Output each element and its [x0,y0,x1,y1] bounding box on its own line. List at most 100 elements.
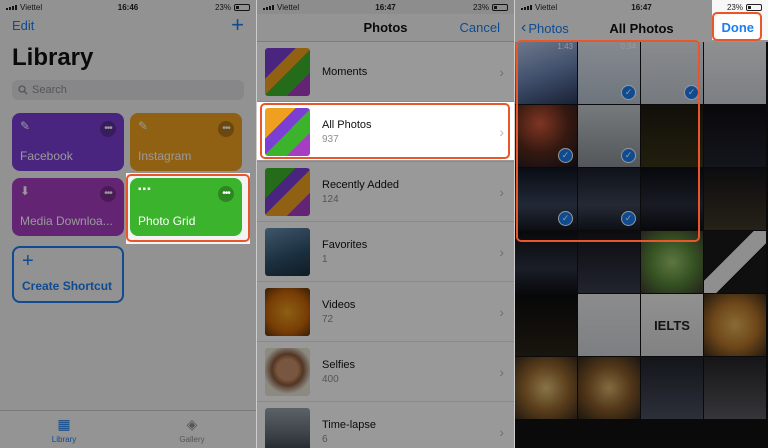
page-title: All Photos [609,20,674,36]
tab-bar: ▦ Library ◈ Gallery [0,410,256,448]
photo-cell[interactable]: ✓ [578,105,640,167]
photo-cell[interactable] [641,168,703,230]
cancel-button[interactable]: Cancel [460,20,500,35]
chevron-right-icon: › [499,423,504,440]
signal-icon [6,4,17,10]
photo-cell[interactable] [578,294,640,356]
photo-cell[interactable] [578,357,640,419]
clock: 16:46 [117,2,139,12]
create-shortcut-button[interactable]: + Create Shortcut [12,246,124,303]
all-photos-screen: Viettel 16:47 23% ‹ Photos All Photos Don… [514,0,768,448]
album-moments[interactable]: Moments › [257,42,514,102]
photo-cell[interactable] [704,168,766,230]
checkmark-icon: ✓ [684,85,699,100]
plus-icon: + [22,250,34,272]
chevron-right-icon: › [499,123,504,140]
photo-cell[interactable] [704,357,766,419]
battery-icon [234,3,250,11]
photo-cell[interactable] [515,357,577,419]
back-button[interactable]: ‹ Photos [521,19,569,37]
photo-caption: IELTS [654,317,690,333]
chevron-left-icon: ‹ [521,19,527,36]
album-time-lapse[interactable]: Time-lapse 6 › [257,402,514,448]
photo-cell[interactable] [515,294,577,356]
shortcut-media-downloader[interactable]: ⬇ ••• Media Downloa... [12,178,124,236]
photo-cell[interactable] [578,231,640,293]
signal-icon [263,4,274,10]
shortcut-label: Instagram [138,149,192,163]
signal-icon [521,4,532,10]
photo-cell[interactable]: ✓ [515,168,577,230]
gallery-icon: ◈ [186,415,198,432]
shortcut-photo-grid[interactable]: ▪▪▪ ••• Photo Grid [130,178,242,236]
search-input[interactable]: Search [12,80,244,100]
done-button[interactable]: Done [715,15,760,40]
navigation-bar: ‹ Photos All Photos Done [515,14,768,42]
photo-cell[interactable] [641,231,703,293]
photo-cell[interactable] [704,105,766,167]
tab-library[interactable]: ▦ Library [0,411,128,448]
shortcuts-library-screen: Viettel 16:46 23% Edit + Library Search … [0,0,256,448]
album-videos[interactable]: Videos 72 › [257,282,514,342]
album-count: 400 [322,373,339,385]
create-shortcut-label: Create Shortcut [22,279,113,293]
page-title: Photos [363,20,408,35]
photo-cell[interactable]: ✓ [515,105,577,167]
more-icon[interactable]: ••• [218,186,234,202]
shortcut-label: Facebook [20,149,73,163]
battery-icon [492,3,508,11]
album-name: Videos [322,298,356,311]
shortcut-instagram[interactable]: ✎ ••• Instagram [130,113,242,171]
album-all-photos[interactable]: All Photos 937 › [257,102,514,162]
photo-cell[interactable] [704,231,766,293]
photo-cell[interactable] [704,294,766,356]
photo-cell[interactable] [641,105,703,167]
photo-cell[interactable] [641,357,703,419]
album-thumbnail [265,107,310,156]
album-name: Moments [322,65,368,78]
checkmark-icon: ✓ [621,148,636,163]
more-icon[interactable]: ••• [100,121,116,137]
photo-cell[interactable]: 0:34 ✓ [578,42,640,104]
checkmark-icon: ✓ [621,85,636,100]
tab-gallery[interactable]: ◈ Gallery [128,411,256,448]
clock: 16:47 [375,2,396,12]
chevron-right-icon: › [499,183,504,200]
photo-cell[interactable]: ✓ [578,168,640,230]
photo-cell[interactable]: 1:43 [515,42,577,104]
clock: 16:47 [631,2,652,12]
album-favorites[interactable]: Favorites 1 › [257,222,514,282]
status-bar: Viettel 16:46 23% [0,0,256,14]
album-name: Favorites [322,238,368,251]
photo-cell[interactable] [704,42,766,104]
status-bar: Viettel 16:47 23% [257,0,514,14]
album-count: 72 [322,313,334,325]
album-recently-added[interactable]: Recently Added 124 › [257,162,514,222]
photo-cell[interactable]: IELTS [641,294,703,356]
more-icon[interactable]: ••• [218,121,234,137]
photo-cell[interactable]: ✓ [641,42,703,104]
carrier-label: Viettel [20,2,43,12]
add-shortcut-button[interactable]: + [231,14,244,36]
battery-percent: 23% [472,2,489,12]
more-icon[interactable]: ••• [100,186,116,202]
tab-label: Gallery [179,434,205,444]
album-count: 1 [322,253,328,265]
page-title: Library [12,44,94,71]
search-icon [18,85,28,95]
back-label: Photos [528,20,569,36]
album-thumbnail [265,287,310,336]
album-name: All Photos [322,118,372,131]
grid-icon: ▪▪▪ [138,184,152,195]
battery-percent: 23% [214,2,231,12]
shortcut-facebook[interactable]: ✎ ••• Facebook [12,113,124,171]
album-selfies[interactable]: Selfies 400 › [257,342,514,402]
album-thumbnail [265,47,310,96]
edit-button[interactable]: Edit [12,18,34,33]
album-count: 124 [322,193,339,205]
album-thumbnail [265,407,310,448]
chevron-right-icon: › [499,243,504,260]
album-name: Recently Added [322,178,400,191]
album-name: Time-lapse [322,418,376,431]
photo-cell[interactable] [515,231,577,293]
